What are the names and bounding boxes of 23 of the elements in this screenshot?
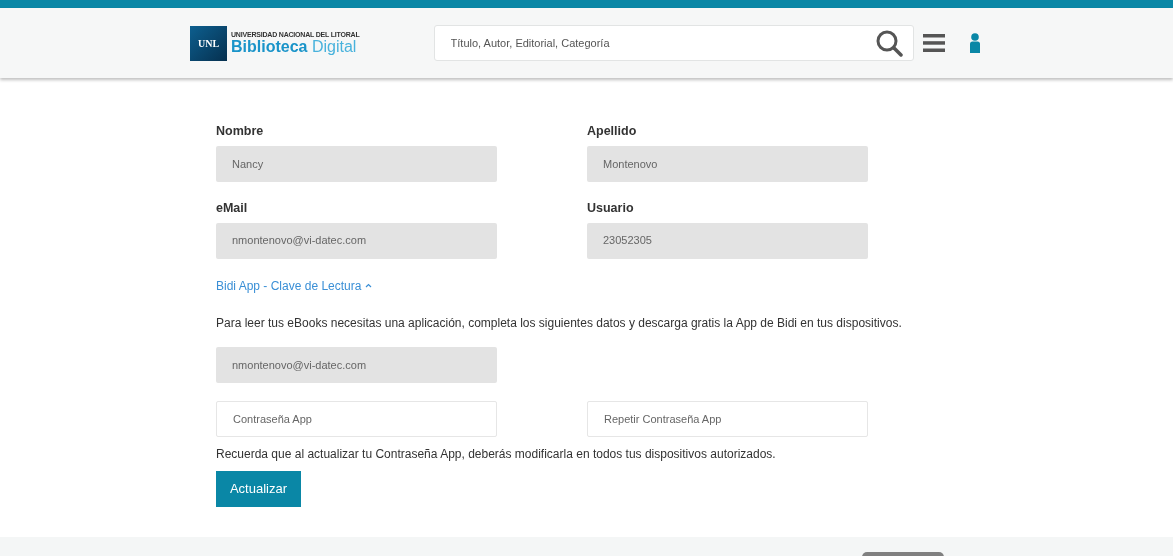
- note-text: Recuerda que al actualizar tu Contraseña App, deberás modificarla en todos tus dispositivos autorizados.: [216, 446, 776, 464]
- section-toggle-link[interactable]: Bidi App - Clave de Lectura: [216, 276, 373, 295]
- readonly-field: nmontenovo@vi-datec.com: [216, 347, 497, 384]
- field-label: eMail: [216, 199, 249, 217]
- field-label: Usuario: [587, 199, 635, 217]
- site-title: Biblioteca Digital: [231, 37, 358, 56]
- field-label: Nombre: [216, 123, 265, 140]
- update-button[interactable]: Actualizar: [216, 471, 301, 508]
- readonly-field: nmontenovo@vi-datec.com: [216, 222, 497, 259]
- user-icon[interactable]: [968, 33, 981, 53]
- search-icon[interactable]: [874, 29, 903, 57]
- search-field[interactable]: Título, Autor, Editorial, Categoría: [434, 33, 875, 53]
- field-label: Apellido: [587, 123, 638, 140]
- search-bar[interactable]: Título, Autor, Editorial, Categoría: [433, 25, 914, 61]
- readonly-field: 23052305: [587, 222, 868, 259]
- caret-icon[interactable]: [365, 283, 373, 288]
- intro-text: Para leer tus eBooks necesitas una aplicación, completa los siguientes datos y descarga gratis la App de Bidi en tus dispositivos.: [216, 314, 902, 332]
- readonly-field: Montenovo: [587, 145, 868, 182]
- password-field[interactable]: Contraseña App: [216, 401, 497, 438]
- logo-badge: UNL: [190, 25, 227, 61]
- menu-icon[interactable]: [922, 33, 945, 53]
- password-field[interactable]: Repetir Contraseña App: [587, 401, 868, 438]
- readonly-field: Nancy: [216, 145, 497, 182]
